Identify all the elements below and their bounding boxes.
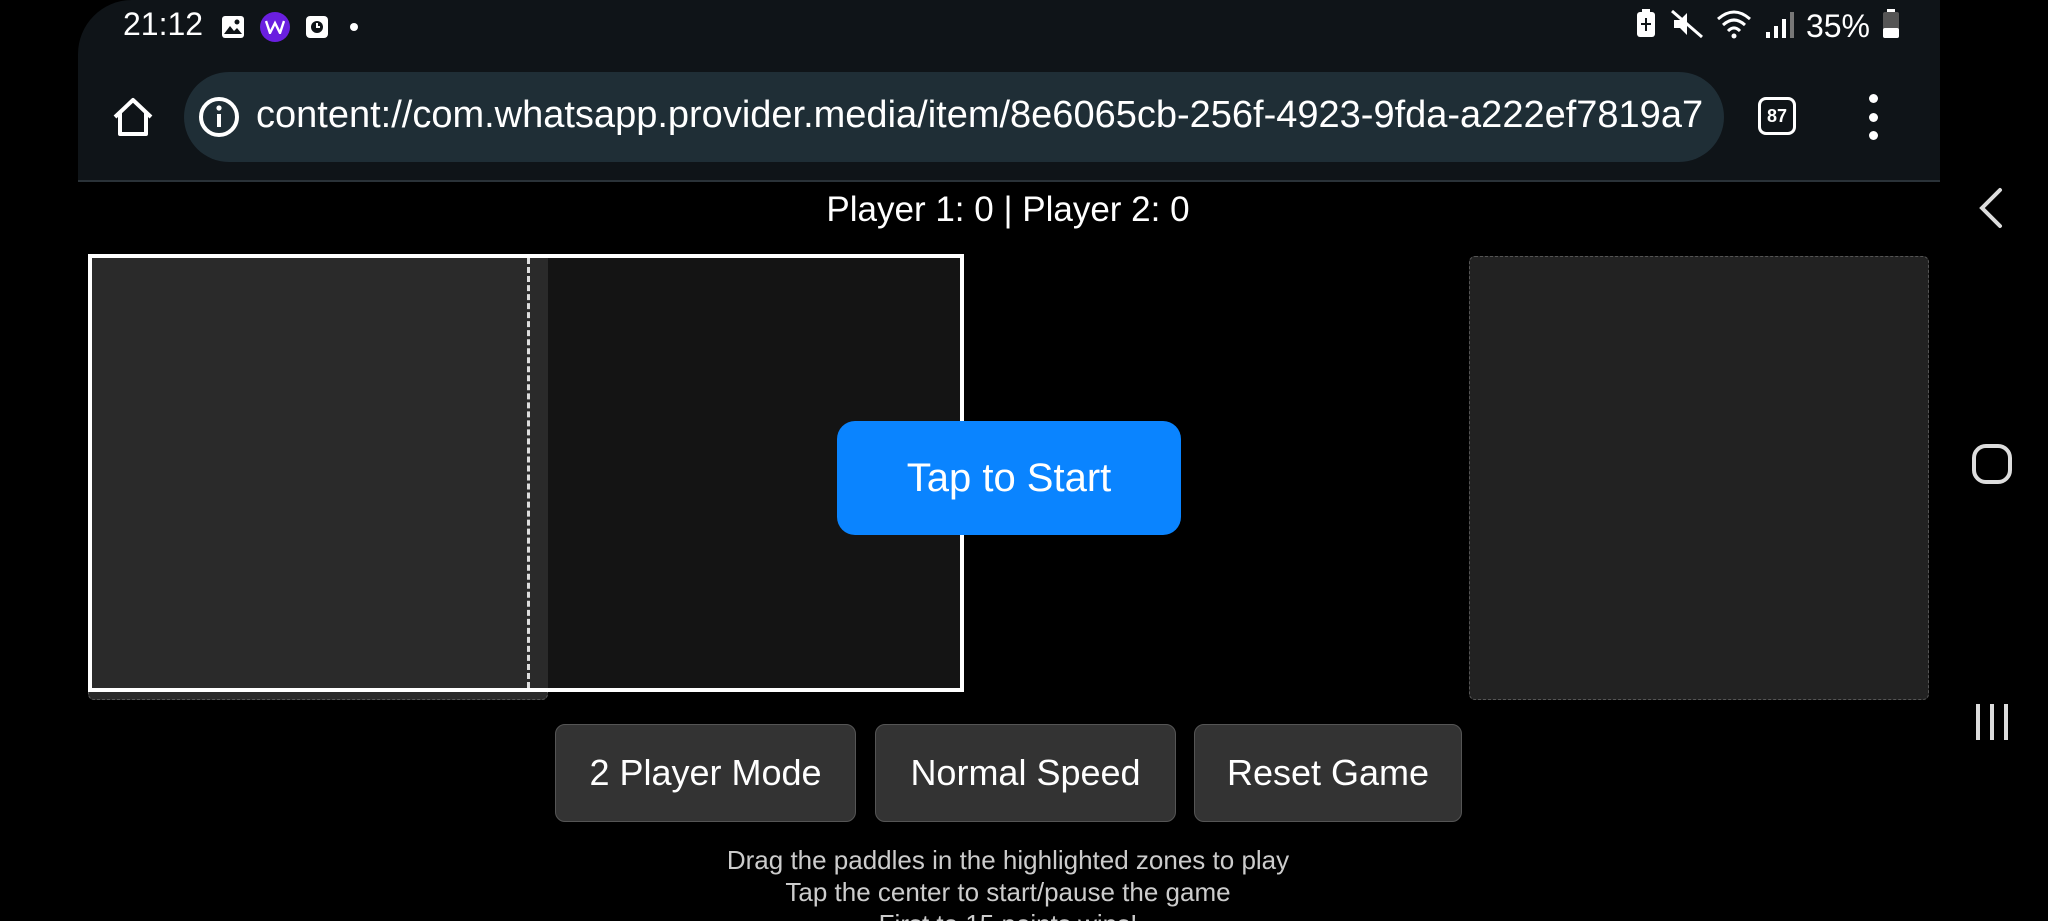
game-controls: 2 Player Mode Normal Speed Reset Game — [0, 724, 2016, 822]
screen: 21:12 35% content://com.whatsapp.provide… — [0, 0, 2048, 921]
speed-button[interactable]: Normal Speed — [875, 724, 1176, 822]
mute-icon — [1670, 9, 1704, 44]
status-time: 21:12 — [123, 6, 204, 42]
overflow-menu-icon[interactable] — [1858, 94, 1888, 140]
nav-home-icon[interactable] — [1970, 442, 2014, 491]
notification-icons — [220, 12, 358, 42]
player-mode-button[interactable]: 2 Player Mode — [555, 724, 856, 822]
wifi-icon — [1716, 9, 1752, 44]
player2-paddle-zone[interactable] — [1469, 256, 1929, 700]
gallery-icon — [220, 14, 246, 40]
battery-saver-icon — [1634, 9, 1658, 44]
instruction-line: First to 15 points wins! — [0, 908, 2016, 921]
home-icon[interactable] — [108, 92, 158, 142]
info-icon[interactable] — [198, 96, 240, 138]
system-icons: 35% — [1634, 8, 1900, 45]
w-app-icon — [260, 12, 290, 42]
tab-switcher-button[interactable]: 87 — [1758, 97, 1796, 135]
browser-toolbar: content://com.whatsapp.provider.media/it… — [78, 60, 1940, 182]
center-line — [527, 258, 530, 688]
signal-icon — [1764, 10, 1794, 43]
instruction-line: Drag the paddles in the highlighted zone… — [726, 845, 1290, 875]
address-bar[interactable]: content://com.whatsapp.provider.media/it… — [184, 72, 1724, 162]
more-notifications-dot-icon — [350, 23, 358, 31]
clock-app-icon — [304, 14, 330, 40]
url-text[interactable]: content://com.whatsapp.provider.media/it… — [256, 94, 1710, 137]
battery-percent: 35% — [1805, 8, 1870, 44]
instructions: Drag the paddles in the highlighted zone… — [0, 844, 2016, 921]
status-bar: 21:12 35% — [78, 0, 1940, 60]
reset-game-button[interactable]: Reset Game — [1194, 724, 1462, 822]
game-court[interactable] — [88, 254, 964, 692]
instruction-line: Tap the center to start/pause the game — [785, 877, 1231, 907]
score-display: Player 1: 0 | Player 2: 0 — [826, 190, 1190, 229]
battery-icon — [1882, 9, 1900, 44]
tap-to-start-button[interactable]: Tap to Start — [837, 421, 1181, 535]
